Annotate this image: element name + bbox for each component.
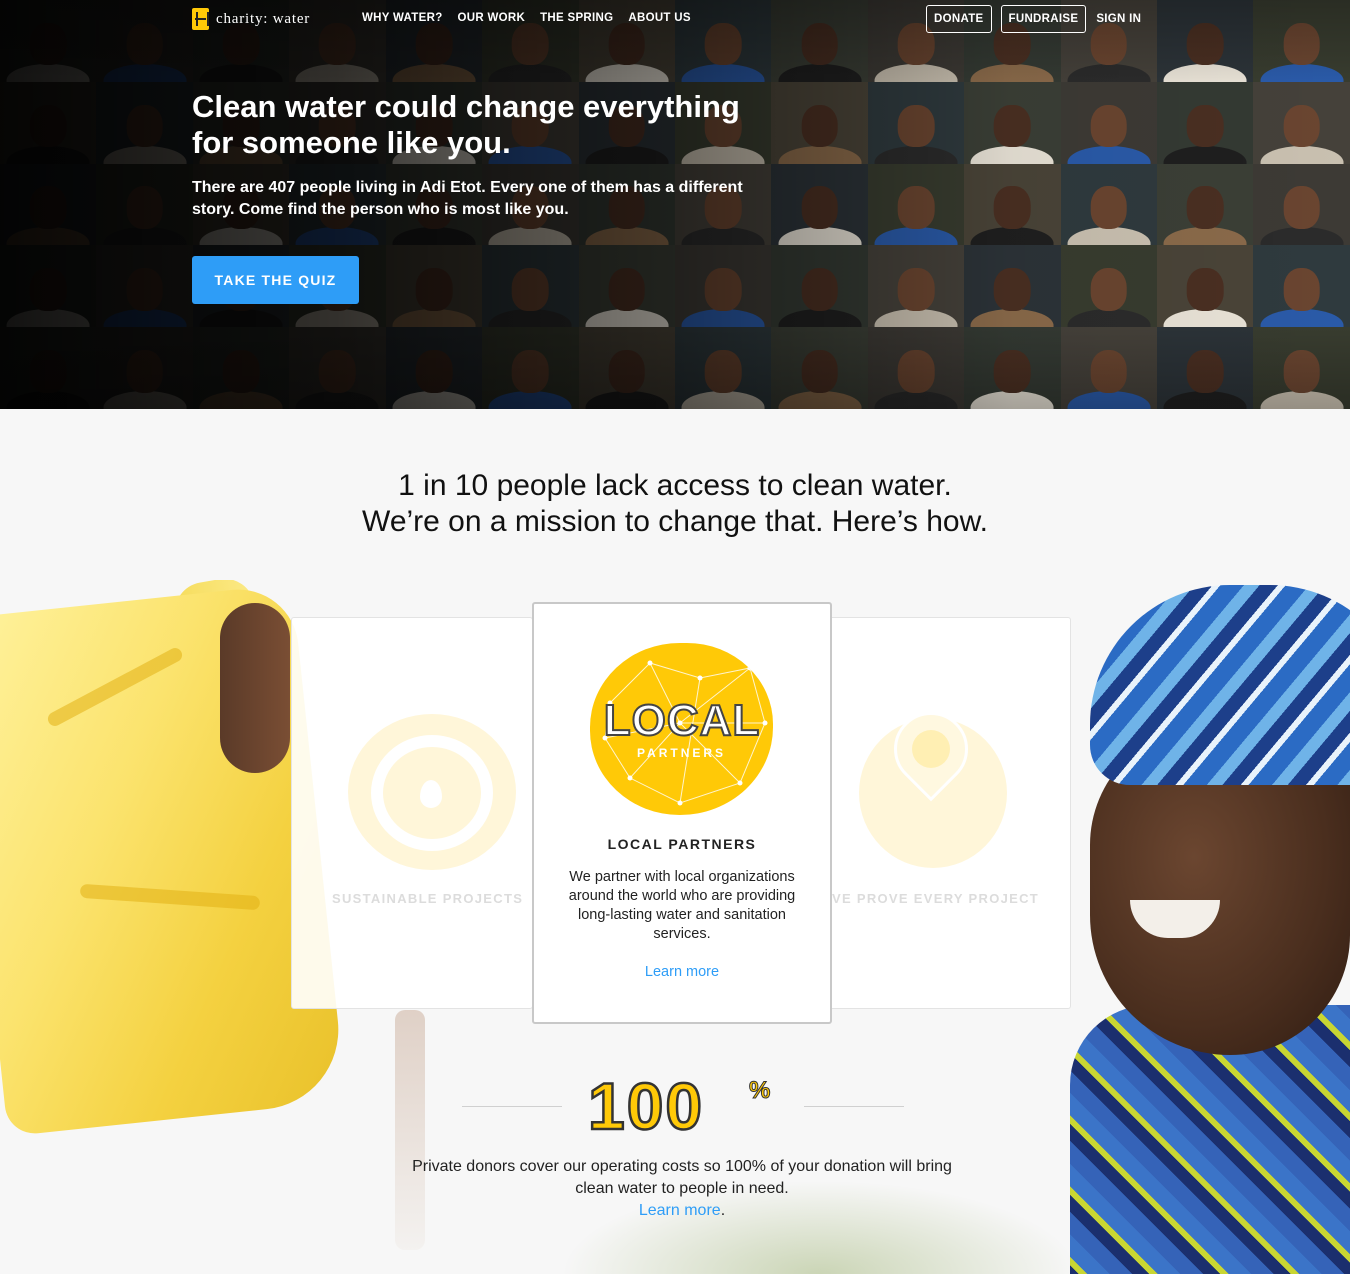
card-description: We partner with local organizations arou… bbox=[568, 869, 796, 942]
donors-learn-more-link[interactable]: Learn more bbox=[639, 1202, 721, 1219]
smiling-woman-image bbox=[1070, 575, 1350, 1274]
nav-why-water[interactable]: WHY WATER? bbox=[362, 12, 443, 24]
donors-description: Private donors cover our operating costs… bbox=[412, 1158, 952, 1197]
blue-headscarf bbox=[1090, 585, 1350, 785]
percent-sign: % bbox=[748, 1077, 771, 1105]
donors-link-line: Learn more. bbox=[400, 1200, 964, 1222]
card-title: LOCAL PARTNERS bbox=[607, 836, 757, 852]
divider-left bbox=[462, 1106, 562, 1107]
mission-line-2: We’re on a mission to change that. Here’… bbox=[362, 505, 988, 538]
main-nav-links: WHY WATER? OUR WORK THE SPRING ABOUT US bbox=[362, 12, 691, 24]
nav-about-us[interactable]: ABOUT US bbox=[628, 12, 690, 24]
take-quiz-button[interactable]: TAKE THE QUIZ bbox=[192, 256, 359, 304]
sign-in-link[interactable]: SIGN IN bbox=[1096, 13, 1141, 25]
mission-statement: 1 in 10 people lack access to clean wate… bbox=[0, 468, 1350, 540]
mission-line-1: 1 in 10 people lack access to clean wate… bbox=[398, 469, 952, 502]
hero-subtitle: There are 407 people living in Adi Etot.… bbox=[192, 179, 743, 218]
donors-period: . bbox=[720, 1202, 726, 1219]
jerrycan-logo-icon bbox=[192, 8, 209, 30]
donate-button[interactable]: DONATE bbox=[926, 5, 992, 33]
hero-title: Clean water could change everything for … bbox=[192, 89, 740, 160]
card-learn-more-link[interactable]: Learn more bbox=[532, 964, 832, 980]
site-logo[interactable]: charity: water bbox=[192, 8, 310, 30]
fundraise-button[interactable]: FUNDRAISE bbox=[1000, 5, 1087, 33]
nav-our-work[interactable]: OUR WORK bbox=[458, 12, 526, 24]
badge-big-text: LOCAL bbox=[603, 695, 761, 746]
hero-section: charity: water WHY WATER? OUR WORK THE S… bbox=[0, 0, 1350, 409]
prove-every-project-label: VE PROVE EVERY PROJECT bbox=[832, 891, 1040, 906]
nav-the-spring[interactable]: THE SPRING bbox=[540, 12, 613, 24]
hand-image bbox=[220, 603, 290, 773]
donors-model-text: Private donors cover our operating costs… bbox=[400, 1156, 964, 1222]
badge-small-text: PARTNERS bbox=[636, 746, 727, 760]
logo-text: charity: water bbox=[216, 10, 311, 27]
divider-right bbox=[804, 1106, 904, 1107]
hundred-percent-number: 100 bbox=[587, 1068, 705, 1145]
nav-actions: DONATE FUNDRAISE SIGN IN bbox=[926, 5, 1141, 33]
sustainable-projects-label: SUSTAINABLE PROJECTS bbox=[332, 891, 524, 906]
location-pin-dot bbox=[912, 730, 950, 768]
top-navigation: charity: water WHY WATER? OUR WORK THE S… bbox=[0, 0, 1350, 38]
water-drop-icon bbox=[420, 780, 442, 808]
